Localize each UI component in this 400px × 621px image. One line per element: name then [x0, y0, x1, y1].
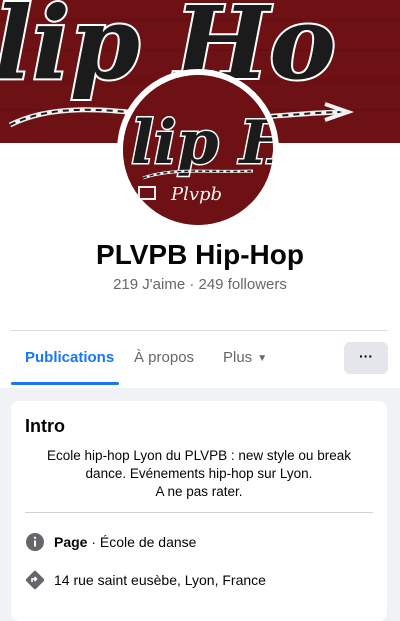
avatar-script-text: lip H: [131, 108, 273, 178]
page-tabs: Publications À propos Plus ▼ ···: [11, 331, 388, 387]
page-category-row: Page · École de danse: [25, 530, 373, 554]
page-type-value: · École de danse: [87, 534, 197, 550]
profile-logo: lip H Plvpb: [123, 75, 273, 225]
info-icon: [26, 533, 44, 551]
directions-icon: [25, 570, 45, 590]
more-icon: ···: [359, 348, 373, 364]
page-stats: 219 J'aime · 249 followers: [113, 276, 287, 293]
avatar-sub-text: Plvpb: [170, 184, 222, 205]
tab-about[interactable]: À propos: [134, 331, 194, 385]
tab-about-label: À propos: [134, 349, 195, 366]
intro-card: Intro Ecole hip-hop Lyon du PLVPB : new …: [11, 401, 387, 621]
page-title: PLVPB Hip-Hop: [96, 239, 304, 270]
intro-title: Intro: [25, 416, 65, 436]
intro-bio-line: dance. Evénements hip-hop sur Lyon.: [85, 466, 313, 481]
intro-divider: [25, 512, 373, 513]
active-tab-indicator: [11, 382, 119, 385]
tab-publications[interactable]: Publications: [25, 331, 114, 385]
profile-picture[interactable]: lip H Plvpb: [117, 69, 279, 231]
chevron-down-icon: ▼: [257, 353, 268, 364]
page-type-label: Page: [54, 534, 88, 550]
intro-bio-line: A ne pas rater.: [155, 484, 243, 499]
page-header: lip Ho lip H Plvpb PLVPB Hip-Hop 219 J'a…: [0, 0, 400, 388]
intro-bio-line: Ecole hip-hop Lyon du PLVPB : new style …: [47, 448, 351, 463]
tab-publications-label: Publications: [25, 349, 115, 366]
tab-more[interactable]: Plus ▼: [223, 331, 267, 385]
address-row[interactable]: 14 rue saint eusèbe, Lyon, France: [25, 568, 373, 592]
more-options-button[interactable]: ···: [344, 342, 388, 374]
intro-bio: Ecole hip-hop Lyon du PLVPB : new style …: [31, 447, 367, 501]
address-text[interactable]: 14 rue saint eusèbe, Lyon, France: [54, 568, 266, 592]
tab-more-label: Plus: [223, 349, 253, 366]
